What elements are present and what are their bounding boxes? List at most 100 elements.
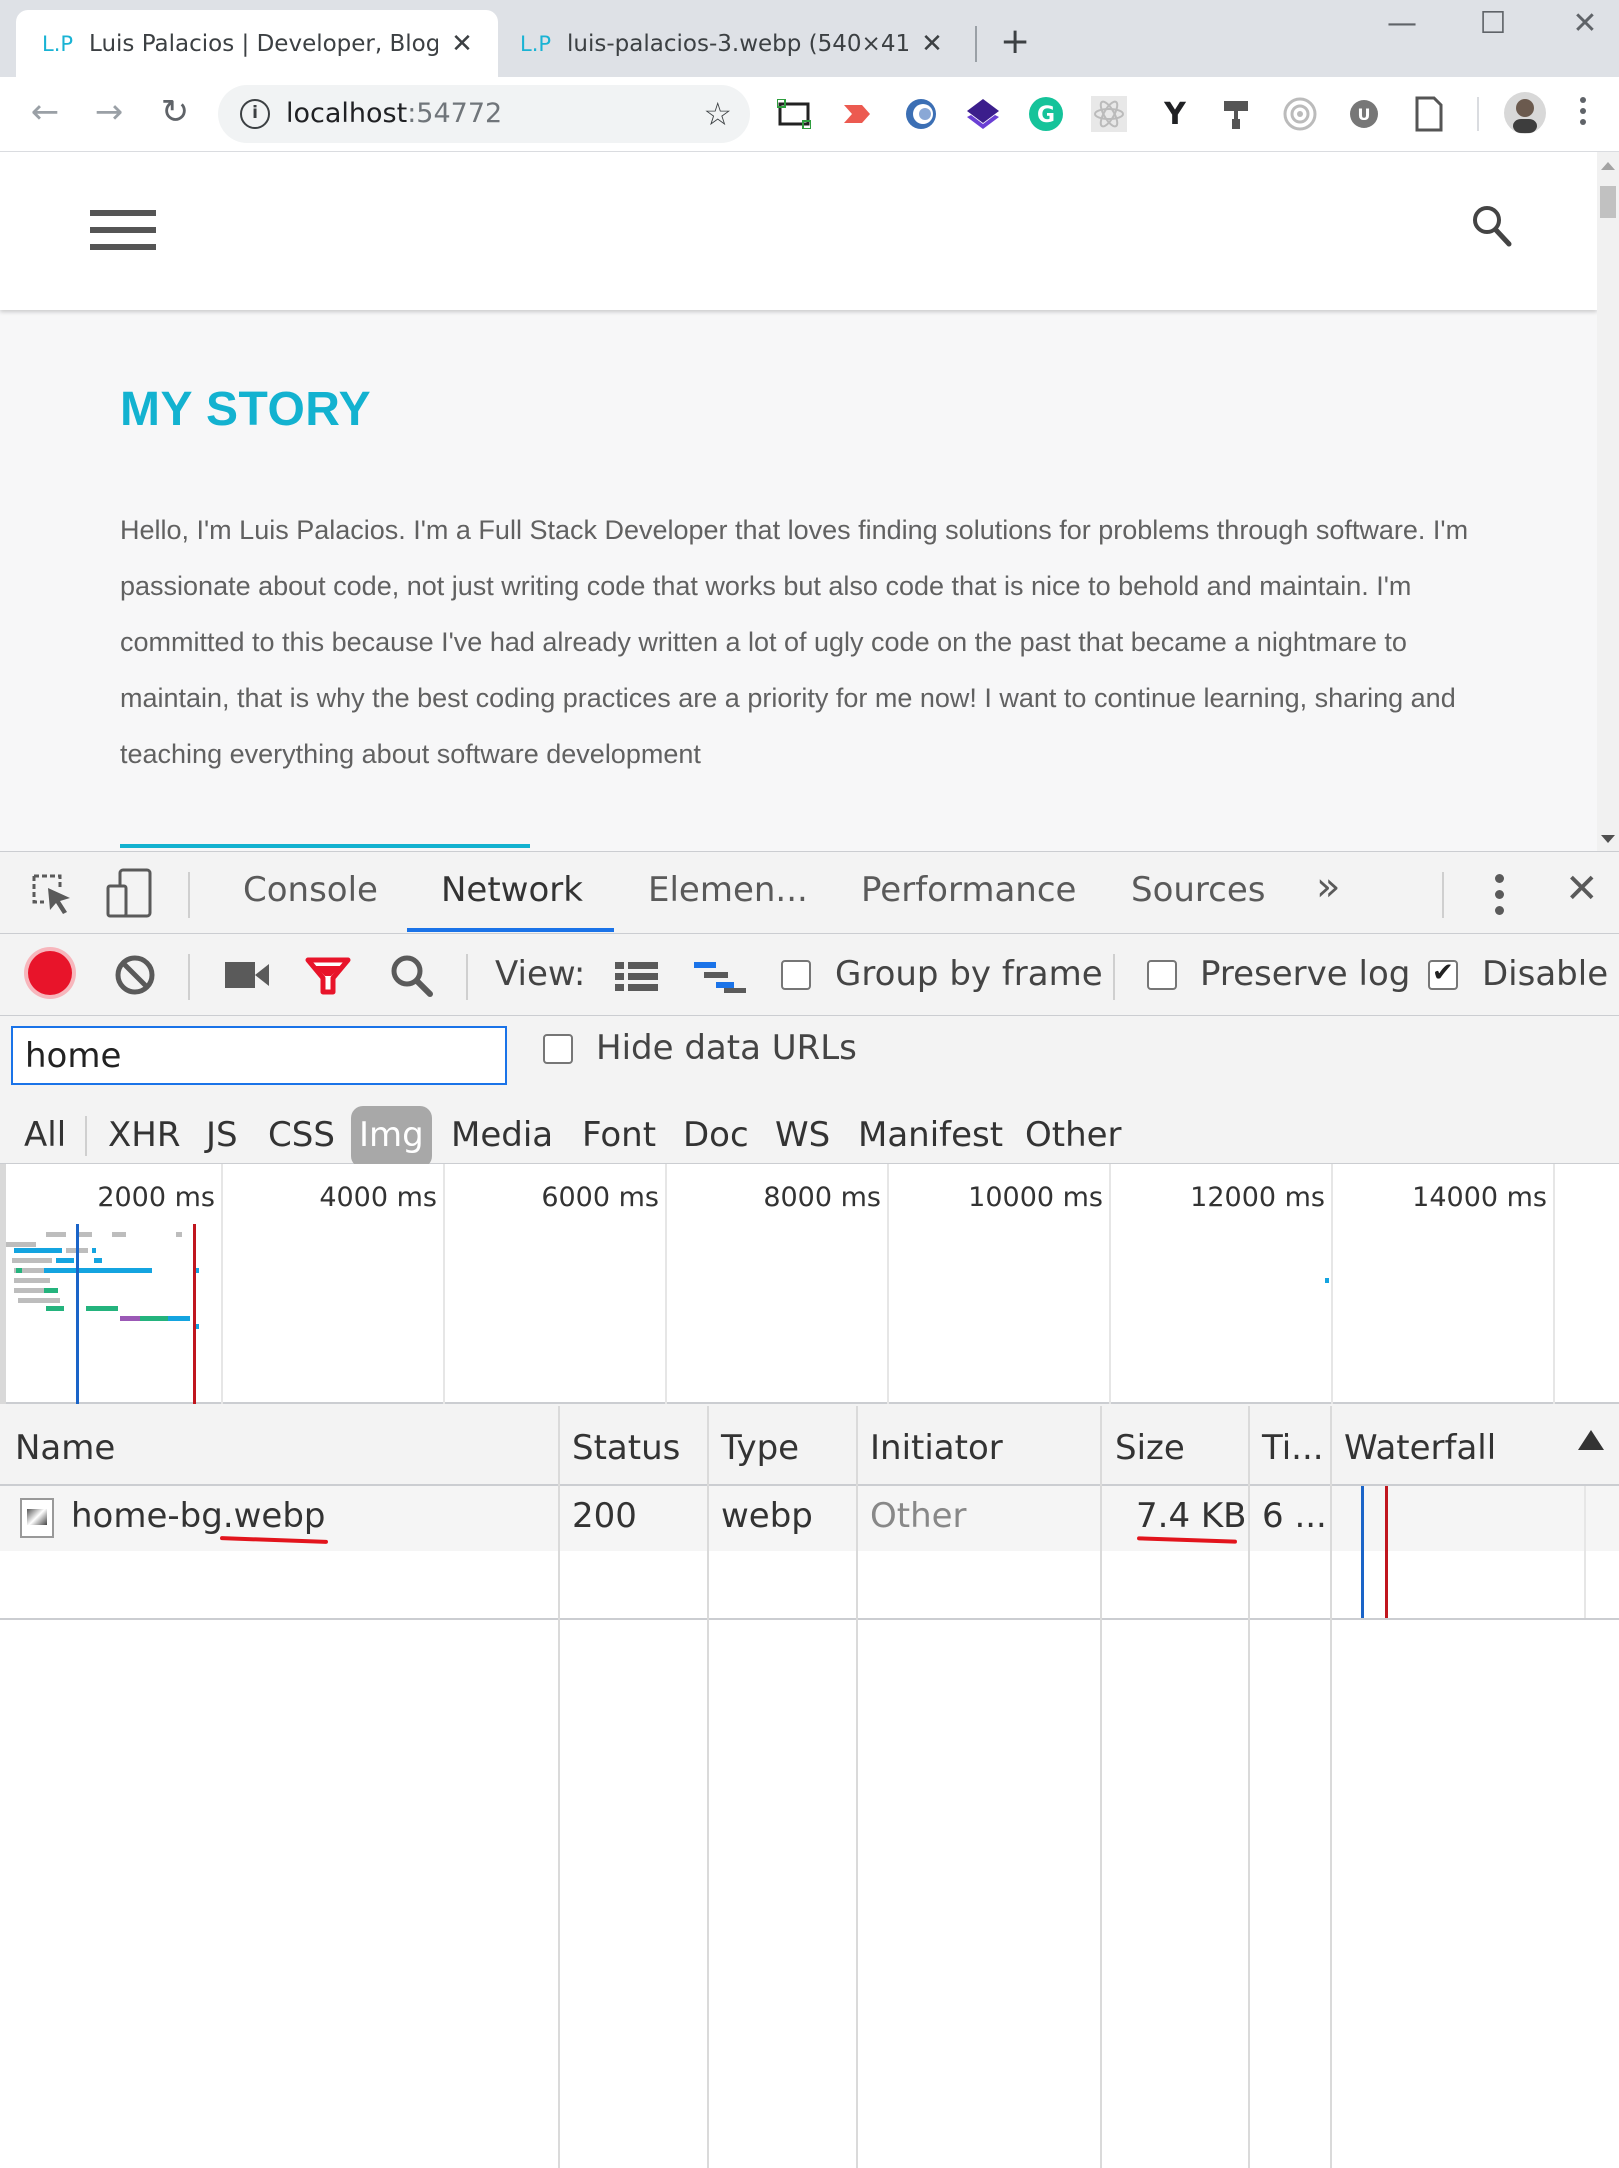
tab-close-icon[interactable]: ✕ [918,29,946,59]
filter-ws[interactable]: WS [767,1106,838,1168]
ublock-letter: U [1358,105,1371,124]
search-icon[interactable] [1472,204,1512,248]
overview-left-handle[interactable] [0,1164,6,1404]
minimize-button[interactable]: — [1377,6,1427,41]
filter-css[interactable]: CSS [260,1106,343,1168]
filter-separator [85,1116,87,1156]
tab-network[interactable]: Network [441,870,583,910]
browser-tab[interactable]: L.P luis-palacios-3.webp (540×417) ✕ [498,10,968,77]
react-icon[interactable] [1090,95,1128,133]
preserve-log-checkbox[interactable] [1147,960,1177,990]
devtools-close-icon[interactable]: ✕ [1565,866,1599,912]
overview-gridline [665,1164,667,1404]
scroll-up-arrow-icon[interactable] [1601,162,1615,170]
column-separator[interactable] [707,1406,709,2168]
capture-screenshots-icon[interactable] [225,960,269,994]
column-separator[interactable] [1248,1406,1250,2168]
reload-button[interactable]: ↻ [152,89,198,135]
filter-media[interactable]: Media [443,1106,561,1168]
more-tabs-icon[interactable]: » [1316,864,1340,910]
column-status[interactable]: Status [572,1428,680,1468]
hamburger-menu-icon[interactable] [90,210,156,254]
menu-icon[interactable] [1578,97,1588,130]
request-name[interactable]: home-bg.webp [71,1496,326,1536]
inspect-element-icon[interactable] [30,872,74,920]
avatar[interactable] [1503,91,1547,135]
filter-img[interactable]: Img [351,1106,432,1168]
window-close-button[interactable]: ✕ [1560,6,1610,41]
stack-icon[interactable] [964,95,1002,133]
tab-console[interactable]: Console [243,870,378,910]
network-overview[interactable]: 2000 ms 4000 ms 6000 ms 8000 ms 10000 ms… [0,1164,1619,1404]
filter-input[interactable] [11,1026,507,1085]
tab-sources[interactable]: Sources [1131,870,1266,910]
overview-tick: 4000 ms [319,1182,437,1213]
page-scrollbar[interactable] [1597,152,1619,851]
column-separator[interactable] [558,1406,560,2168]
column-initiator[interactable]: Initiator [870,1428,1003,1468]
scrollbar-thumb[interactable] [1600,186,1616,218]
overview-request-bar [112,1232,126,1237]
filter-all[interactable]: All [16,1106,74,1168]
device-toolbar-icon[interactable] [106,868,154,922]
tab-title: Luis Palacios | Developer, Blogger [89,30,438,57]
ring-icon[interactable] [902,95,940,133]
browser-tab-active[interactable]: L.P Luis Palacios | Developer, Blogger ✕ [16,10,498,77]
address-text[interactable]: localhost:54772 [286,98,502,129]
yoast-icon[interactable]: Y [1156,95,1194,133]
disable-cache-checkbox[interactable] [1428,958,1458,990]
record-button[interactable] [28,951,72,995]
overview-request-bar [12,1258,52,1263]
paint-roller-icon[interactable] [1218,95,1256,133]
overview-gridline [1553,1164,1555,1404]
preserve-log-label: Preserve log [1200,954,1411,994]
maximize-button[interactable]: ☐ [1468,6,1518,41]
address-bar[interactable]: i localhost:54772 ☆ [218,85,750,143]
bookmark-star-icon[interactable]: ☆ [703,95,732,133]
waterfall-overview-icon[interactable] [694,960,746,998]
back-button[interactable]: ← [22,89,68,135]
filter-doc[interactable]: Doc [675,1106,757,1168]
search-icon[interactable] [390,954,434,1002]
tab-elements[interactable]: Elemen... [648,870,808,910]
large-rows-icon[interactable] [615,960,659,998]
filter-manifest[interactable]: Manifest [850,1106,1011,1168]
site-favicon-icon: L.P [520,31,552,56]
new-tab-button[interactable]: + [1000,20,1030,64]
devtools-menu-icon[interactable] [1493,874,1505,915]
group-by-frame-checkbox[interactable] [781,960,811,990]
clear-icon[interactable] [114,954,156,1000]
filter-js[interactable]: JS [198,1106,246,1168]
filter-other[interactable]: Other [1017,1106,1130,1168]
tab-performance[interactable]: Performance [861,870,1076,910]
column-time[interactable]: Ti... [1262,1428,1324,1468]
scroll-down-arrow-icon[interactable] [1601,835,1615,843]
request-initiator: Other [870,1496,967,1536]
column-name[interactable]: Name [15,1428,115,1468]
column-separator[interactable] [856,1406,858,2168]
column-separator[interactable] [1100,1406,1102,2168]
forward-button[interactable]: → [86,89,132,135]
column-type[interactable]: Type [721,1428,799,1468]
tab-close-icon[interactable]: ✕ [448,29,476,59]
filter-xhr[interactable]: XHR [100,1106,188,1168]
overview-gridline [221,1164,223,1404]
target-icon[interactable] [1281,95,1319,133]
section-title: MY STORY [120,383,372,436]
page-icon[interactable] [1410,95,1448,133]
hide-data-urls-checkbox[interactable] [543,1034,573,1064]
table-row[interactable]: home-bg.webp 200 webp Other 7.4 KB 6 ... [0,1486,1619,1551]
grammarly-icon[interactable]: G [1027,95,1065,133]
filter-icon[interactable] [305,956,351,1000]
video-icon[interactable] [838,95,876,133]
screenshot-icon[interactable] [775,95,813,133]
column-size[interactable]: Size [1115,1428,1185,1468]
column-waterfall[interactable]: Waterfall [1344,1428,1496,1468]
disable-cache-label: Disable c [1482,954,1619,994]
column-separator[interactable] [1330,1406,1332,2168]
filter-font[interactable]: Font [574,1106,664,1168]
request-type: webp [721,1496,813,1536]
site-info-icon[interactable]: i [240,99,270,129]
sort-ascending-icon[interactable] [1578,1430,1604,1450]
ublock-icon[interactable]: U [1345,95,1383,133]
